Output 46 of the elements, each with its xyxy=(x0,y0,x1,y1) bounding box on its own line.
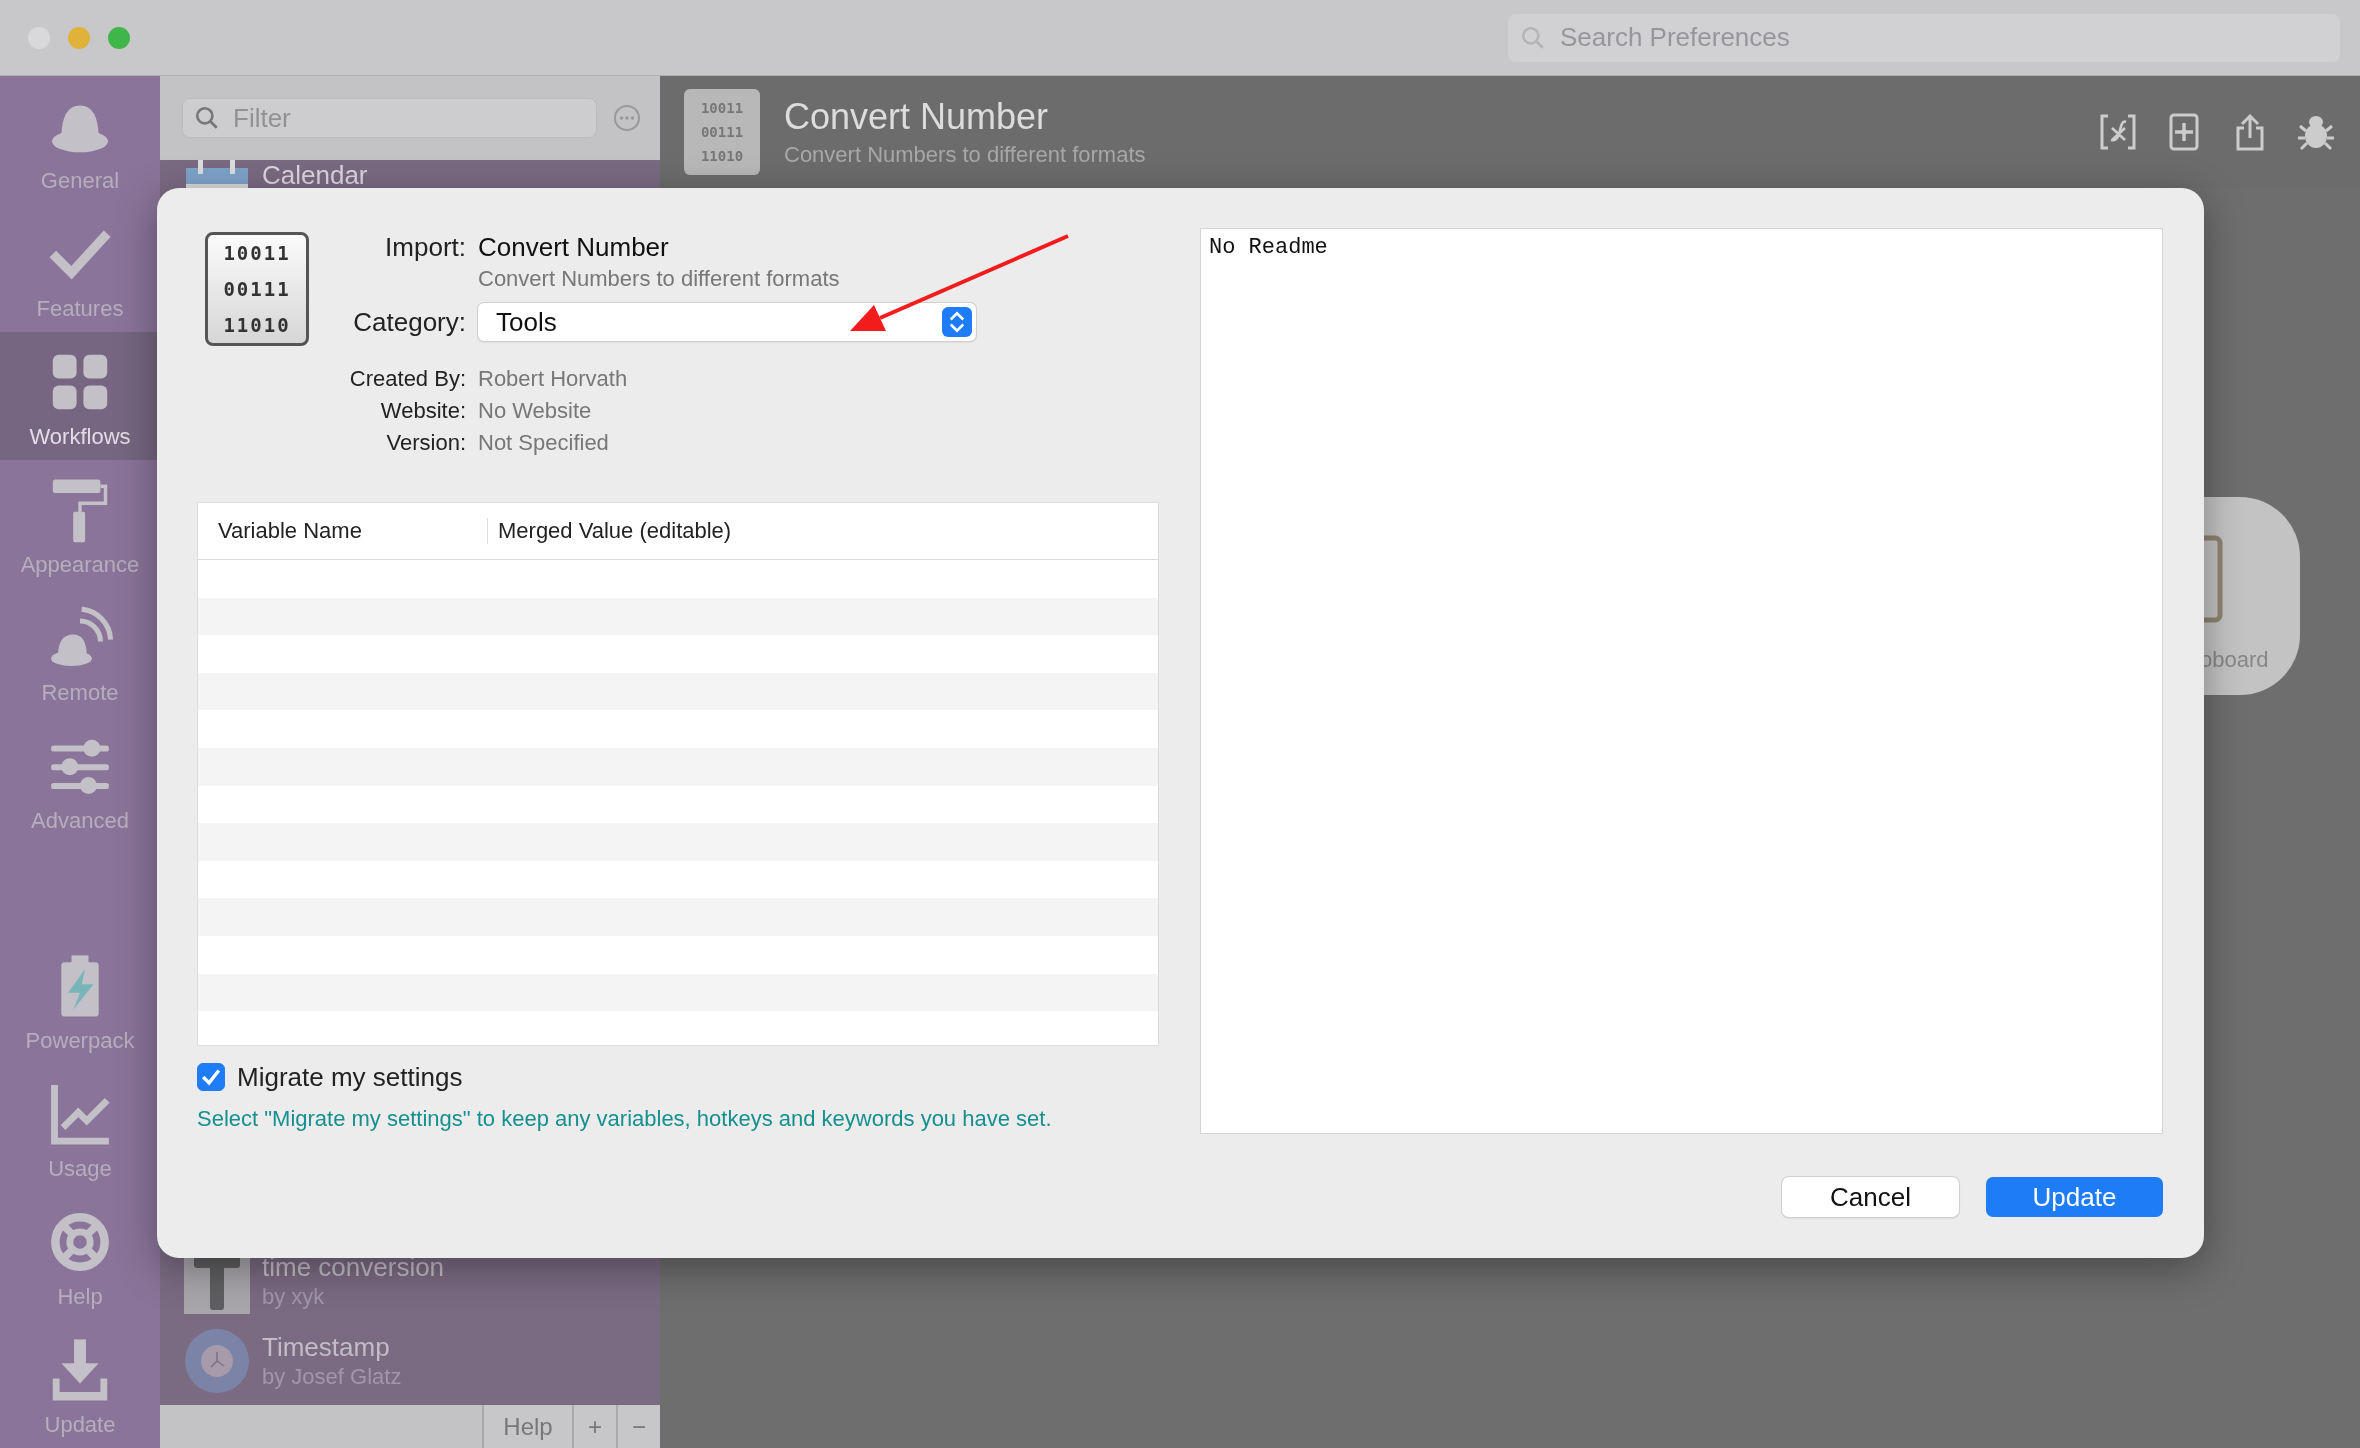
field-label: Category: xyxy=(352,306,466,338)
binary-icon: 10011 00111 11010 xyxy=(205,232,309,346)
category-dropdown[interactable]: Tools xyxy=(478,303,976,341)
filter-field[interactable]: Filter xyxy=(182,98,597,138)
field-value: Robert Horvath xyxy=(478,365,629,393)
field-value: No Website xyxy=(478,397,593,425)
hint-text: Select "Migrate my settings" to keep any variables, hotkeys and keywords you have set. xyxy=(197,1106,1053,1132)
sidebar-item[interactable]: Help xyxy=(0,1192,160,1320)
workflow-title: Calendar xyxy=(262,160,368,192)
field-label: Created By: xyxy=(348,365,466,393)
workflow-title: Timestamp xyxy=(262,1332,391,1364)
field-label: Website: xyxy=(379,397,466,425)
field-value: Not Specified xyxy=(478,429,610,457)
list-footer-button[interactable]: Help xyxy=(482,1405,572,1448)
readme-text: No Readme xyxy=(1209,235,1328,260)
sidebar-item[interactable]: Powerpack xyxy=(0,936,160,1064)
binary-icon: 10011 00111 11010 xyxy=(684,89,760,175)
column-header[interactable]: Variable Name xyxy=(198,518,488,544)
stepper-icon xyxy=(942,307,972,337)
field-label: Version: xyxy=(385,429,466,457)
search-icon xyxy=(194,105,220,131)
search-field[interactable]: Search Preferences xyxy=(1508,13,2340,62)
workflow-description: Convert Numbers to different formats xyxy=(478,265,841,293)
workflow-description: Convert Numbers to different formats xyxy=(784,142,1147,168)
sidebar-item[interactable]: Advanced xyxy=(0,716,160,844)
workflow-title: Convert Number xyxy=(784,96,1050,138)
sidebar-item[interactable]: Usage xyxy=(0,1064,160,1192)
sidebar-item[interactable]: Features xyxy=(0,204,160,332)
clock-icon xyxy=(184,1328,250,1394)
checkbox[interactable] xyxy=(197,1063,225,1091)
workflow-name: Convert Number xyxy=(478,232,670,263)
sidebar-item[interactable]: Workflows xyxy=(0,332,160,460)
sidebar-item[interactable]: General xyxy=(0,76,160,204)
checkbox-label[interactable]: Migrate my settings xyxy=(237,1061,463,1093)
column-header[interactable]: Merged Value (editable) xyxy=(488,518,732,544)
list-footer-button[interactable]: + xyxy=(572,1405,616,1448)
variable-icon[interactable] xyxy=(2098,112,2138,152)
update-button[interactable]: Update xyxy=(1986,1177,2163,1217)
workflow-title: time conversion xyxy=(262,1252,445,1284)
sidebar-item[interactable]: Remote xyxy=(0,588,160,716)
sidebar-item[interactable]: Appearance xyxy=(0,460,160,588)
search-icon xyxy=(1520,24,1546,51)
field-label: Import: xyxy=(384,232,466,263)
sidebar-item[interactable]: Update xyxy=(0,1320,160,1448)
list-footer-button[interactable]: − xyxy=(616,1405,660,1448)
cancel-button[interactable]: Cancel xyxy=(1782,1177,1959,1217)
